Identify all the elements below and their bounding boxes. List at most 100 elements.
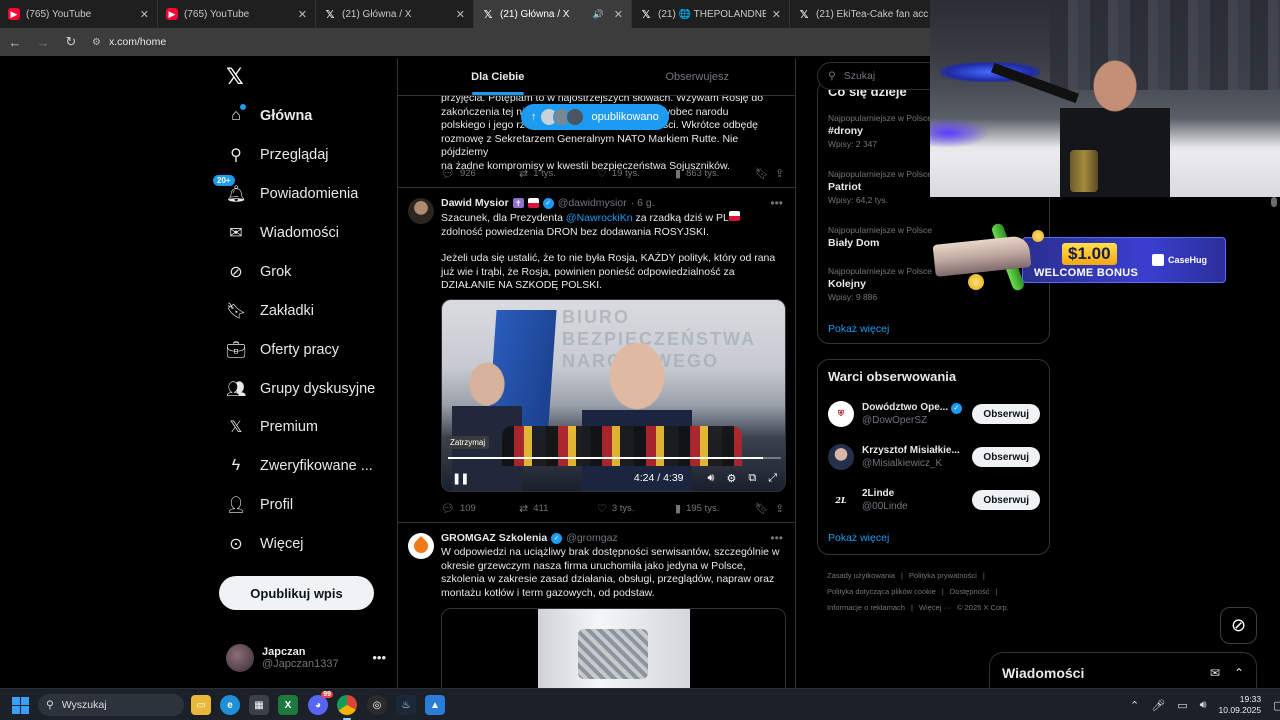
windows-start-icon[interactable] — [12, 697, 29, 714]
bookmark-button[interactable]: 🔖︎ — [755, 167, 775, 180]
like-button[interactable]: ♡ 19 tys. — [597, 167, 675, 180]
follow-suggestion[interactable]: ⛨ Dowództwo Ope... ✓ @DowOperSZ Obserwuj — [828, 399, 1040, 429]
follow-button[interactable]: Obserwuj — [972, 447, 1040, 467]
trend-item[interactable]: Najpopularniejsze w Polsce Kolejny Wpisy… — [828, 266, 932, 302]
back-arrow-icon[interactable]: ← — [8, 35, 22, 50]
microphone-icon[interactable]: 🎤︎ — [1151, 699, 1165, 712]
mention-link[interactable]: @NawrockiKn — [566, 212, 633, 224]
edge-browser-icon[interactable]: e — [220, 695, 240, 715]
settings-gear-icon[interactable]: ⚙ — [726, 472, 736, 485]
new-posts-pill[interactable]: ↑ opublikowano — [521, 104, 669, 130]
footer-link[interactable]: Dostępność — [950, 587, 990, 596]
footer-link[interactable]: Zasady użytkowania — [827, 571, 895, 580]
new-message-icon[interactable]: ✉ — [1210, 666, 1220, 680]
footer-link[interactable]: Informacje o reklamach — [827, 603, 905, 612]
avatar[interactable] — [408, 198, 434, 224]
url-field[interactable]: ⚙ x.com/home — [92, 36, 166, 48]
browser-tab-youtube-1[interactable]: ▶ (765) YouTube ✕ — [0, 0, 158, 28]
nav-item-messages[interactable]: ✉ Wiadomości — [226, 218, 339, 248]
share-button[interactable]: ⇪ — [775, 502, 784, 515]
close-icon[interactable]: ✕ — [614, 8, 623, 21]
volume-icon[interactable]: 🔊︎ — [708, 472, 715, 485]
avatar[interactable] — [408, 533, 434, 559]
follow-suggestion[interactable]: Krzysztof Misiałkie... @Misialkiewicz_K … — [828, 442, 1040, 472]
volume-icon[interactable]: 🔊︎ — [1200, 699, 1207, 712]
messages-drawer[interactable]: Wiadomości ✉ ⌃ — [989, 652, 1257, 692]
trend-item[interactable]: Najpopularniejsze w Polsce Biały Dom — [828, 225, 932, 249]
clock[interactable]: 19:33 10.09.2025 — [1219, 694, 1262, 716]
grok-floating-button[interactable]: ⊘ — [1220, 607, 1257, 644]
chrome-icon[interactable] — [337, 695, 357, 720]
store-icon[interactable]: ▦ — [249, 695, 269, 715]
expand-chevrons-icon[interactable]: ⌃ — [1234, 666, 1244, 680]
repost-button[interactable]: ⇄ 411 — [519, 502, 597, 515]
follow-button[interactable]: Obserwuj — [972, 404, 1040, 424]
nav-item-communities[interactable]: 👥︎ Grupy dyskusyjne — [226, 374, 375, 404]
site-settings-icon[interactable]: ⚙ — [92, 37, 101, 48]
follow-show-more-link[interactable]: Pokaż więcej — [828, 532, 889, 544]
speaker-icon[interactable]: 🔊 — [593, 9, 604, 20]
nav-item-notifications[interactable]: 🔔︎ 20+ Powiadomienia — [213, 175, 358, 209]
notifications-icon[interactable]: ▢ — [1273, 699, 1280, 712]
reply-button[interactable]: 💬︎ 109 — [441, 502, 519, 515]
close-icon[interactable]: ✕ — [456, 8, 465, 21]
browser-tab-x-3[interactable]: 𝕏 (21) EkiTea-Cake fan acc — [790, 0, 948, 28]
nav-item-more[interactable]: ⊙ Więcej — [226, 529, 303, 559]
x-logo-icon[interactable]: 𝕏 — [226, 64, 244, 90]
browser-tab-youtube-2[interactable]: ▶ (765) YouTube ✕ — [158, 0, 316, 28]
trend-item[interactable]: Najpopularniejsze w Polsce Patriot Wpisy… — [828, 169, 932, 205]
tweet-3-image[interactable] — [441, 608, 786, 688]
reload-icon[interactable]: ↻ — [64, 34, 78, 50]
file-explorer-icon[interactable]: ▭ — [191, 695, 211, 715]
nav-item-explore[interactable]: ⚲ Przeglądaj — [226, 140, 328, 170]
close-icon[interactable]: ✕ — [298, 8, 307, 21]
picture-in-picture-icon[interactable]: ⧉ — [748, 472, 756, 485]
close-icon[interactable]: ✕ — [772, 8, 781, 21]
more-horizontal-icon[interactable]: ••• — [372, 650, 386, 665]
steam-icon[interactable]: ♨ — [396, 695, 416, 715]
nav-item-jobs[interactable]: 💼︎ Oferty pracy — [226, 335, 339, 365]
follow-suggestion[interactable]: 2L 2Linde @00Linde Obserwuj — [828, 485, 1040, 515]
share-button[interactable]: ⇪ — [775, 167, 784, 180]
browser-tab-x-1[interactable]: 𝕏 (21) Główna / X ✕ — [316, 0, 474, 28]
trend-item[interactable]: Najpopularniejsze w Polsce #drony Wpisy:… — [828, 113, 932, 149]
nav-item-premium[interactable]: 𝕏 Premium — [226, 412, 318, 442]
page-scrollbar[interactable] — [1271, 197, 1277, 687]
author-name[interactable]: GROMGAZ Szkolenia — [441, 532, 547, 544]
author-handle[interactable]: @dawidmysior — [558, 197, 627, 209]
nav-item-profile[interactable]: 👤︎ Profil — [226, 490, 293, 520]
tab-for-you[interactable]: Dla Ciebie — [398, 58, 598, 95]
pause-icon[interactable]: ❚❚ — [452, 472, 469, 485]
nav-item-grok[interactable]: ⊘ Grok — [226, 257, 291, 287]
nav-item-bookmarks[interactable]: 🔖︎ Zakładki — [226, 296, 314, 326]
footer-link[interactable]: Polityka dotycząca plików cookie — [827, 587, 936, 596]
post-button[interactable]: Opublikuj wpis — [219, 576, 374, 610]
video-progress-bar[interactable] — [448, 457, 781, 459]
browser-tab-x-active[interactable]: 𝕏 (21) Główna / X 🔊 ✕ — [474, 0, 632, 28]
views-button[interactable]: ▮ 863 tys. — [675, 167, 755, 180]
tab-following[interactable]: Obserwujesz — [598, 58, 796, 95]
fullscreen-icon[interactable]: ⤢ — [768, 472, 777, 485]
more-horizontal-icon[interactable]: ••• — [770, 196, 783, 210]
nav-item-home[interactable]: ⌂ Główna — [226, 101, 312, 131]
network-icon[interactable]: ▭ — [1177, 699, 1187, 712]
reply-button[interactable]: 💬︎ 926 — [441, 167, 519, 180]
views-button[interactable]: ▮ 195 tys. — [675, 502, 755, 515]
obs-icon[interactable]: ◎ — [367, 695, 387, 715]
footer-link[interactable]: Polityka prywatności — [909, 571, 977, 580]
scrollbar-thumb[interactable] — [1271, 197, 1277, 207]
forward-arrow-icon[interactable]: → — [36, 35, 50, 50]
taskbar-search[interactable]: ⚲ Wyszukaj — [38, 694, 184, 716]
author-name[interactable]: Dawid Mysior — [441, 197, 509, 209]
excel-icon[interactable]: X — [278, 695, 298, 715]
browser-tab-x-2[interactable]: 𝕏 (21) 🌐 THEPOLANDNEWS 🌐 w sz ✕ — [632, 0, 790, 28]
repost-button[interactable]: ⇄ 1 tys. — [519, 167, 597, 180]
tweet-time[interactable]: · 6 g. — [631, 197, 655, 209]
close-icon[interactable]: ✕ — [140, 8, 149, 21]
bookmark-button[interactable]: 🔖︎ — [755, 502, 775, 515]
discord-icon[interactable]: ◕ 99 — [308, 691, 333, 715]
trends-show-more-link[interactable]: Pokaż więcej — [828, 323, 889, 335]
video-player[interactable]: BIURO BEZPIECZEŃSTWA NARODOWEGO Zatrzyma… — [441, 299, 786, 492]
footer-more-link[interactable]: Więcej ··· — [919, 603, 951, 612]
chevron-up-icon[interactable]: ⌃ — [1130, 699, 1139, 712]
